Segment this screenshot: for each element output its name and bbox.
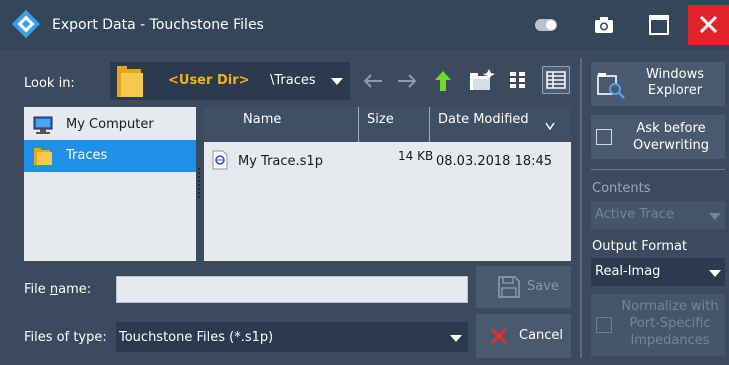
floppy-disk-icon: [498, 276, 520, 298]
place-my-computer[interactable]: My Computer: [24, 109, 196, 141]
path-current: \Traces: [270, 73, 316, 88]
file-type-value: Touchstone Files (*.s1p): [119, 330, 274, 345]
detail-view-icon: [546, 71, 566, 89]
close-button[interactable]: [688, 5, 729, 45]
place-traces[interactable]: Traces: [24, 140, 196, 172]
ask-label: Ask before Overwriting: [632, 121, 710, 153]
places-panel: My Computer Traces: [24, 107, 196, 261]
touchstone-file-icon: [212, 150, 228, 170]
normalize-impedances-toggle[interactable]: Normalize with Port-Specific Impedances: [591, 294, 725, 356]
toggle-icon[interactable]: [535, 19, 557, 31]
close-icon: [699, 15, 718, 34]
rs-logo-icon: [12, 10, 40, 38]
file-name-label: File name:: [24, 282, 92, 297]
place-label: My Computer: [66, 117, 154, 132]
output-format-select[interactable]: Real-Imag: [591, 258, 725, 286]
output-format-label: Output Format: [592, 239, 688, 254]
options-divider: [591, 169, 725, 170]
list-view-icon[interactable]: [508, 70, 528, 90]
ask-before-overwriting-toggle[interactable]: Ask before Overwriting: [591, 115, 725, 159]
new-folder-icon[interactable]: [469, 68, 495, 92]
forward-arrow-icon[interactable]: [396, 72, 418, 90]
normalize-checkbox[interactable]: [596, 317, 612, 333]
look-in-label: Look in:: [24, 76, 75, 91]
file-list-header: Name Size Date Modified: [204, 107, 571, 142]
chevron-down-icon: [450, 335, 462, 342]
contents-select[interactable]: Active Trace: [591, 201, 725, 229]
folder-icon: [34, 148, 52, 165]
column-header-size[interactable]: Size: [359, 107, 430, 142]
cancel-x-icon: [490, 327, 508, 345]
output-format-value: Real-Imag: [595, 264, 661, 279]
sort-descending-icon: [545, 122, 555, 130]
file-name-cell: My Trace.s1p: [238, 154, 323, 169]
title-bar: Export Data - Touchstone Files: [0, 0, 729, 50]
file-date-cell: 08.03.2018 18:45: [436, 154, 553, 169]
windows-explorer-label: Windows Explorer: [645, 67, 705, 98]
file-type-label: Files of type:: [24, 330, 107, 345]
computer-icon: [33, 116, 53, 134]
cancel-label: Cancel: [519, 328, 564, 343]
contents-label: Contents: [592, 181, 651, 196]
table-row[interactable]: My Trace.s1p 14 KB 08.03.2018 18:45: [204, 145, 571, 175]
contents-value: Active Trace: [595, 207, 674, 222]
windows-explorer-button[interactable]: Windows Explorer: [591, 62, 725, 106]
panel-divider: [580, 58, 582, 358]
camera-icon[interactable]: [594, 16, 614, 34]
chevron-down-icon: [709, 213, 721, 220]
place-label: Traces: [66, 148, 108, 163]
normalize-label: Normalize with Port-Specific Impedances: [621, 299, 719, 348]
folder-icon: [117, 66, 143, 97]
file-size-cell: 14 KB: [398, 149, 434, 163]
path-root: <User Dir>: [168, 73, 250, 88]
file-list: Name Size Date Modified My Trace.s1p 14 …: [204, 107, 571, 261]
window-title: Export Data - Touchstone Files: [52, 17, 264, 33]
ask-checkbox[interactable]: [596, 129, 612, 145]
back-arrow-icon[interactable]: [362, 72, 384, 90]
chevron-down-icon: [709, 270, 721, 277]
look-in-combobox[interactable]: <User Dir> \Traces: [110, 62, 350, 100]
maximize-icon[interactable]: [644, 13, 674, 37]
chevron-down-icon: [331, 78, 343, 85]
detail-view-button[interactable]: [542, 66, 570, 94]
save-button[interactable]: Save: [476, 266, 571, 308]
file-type-select[interactable]: Touchstone Files (*.s1p): [116, 322, 468, 352]
cancel-button[interactable]: Cancel: [476, 314, 571, 358]
save-label: Save: [527, 279, 559, 294]
file-name-field[interactable]: [116, 276, 468, 303]
explorer-search-icon: [597, 73, 625, 99]
up-arrow-icon[interactable]: [434, 70, 452, 92]
pane-splitter[interactable]: [197, 166, 201, 202]
column-header-name[interactable]: Name: [204, 107, 359, 142]
